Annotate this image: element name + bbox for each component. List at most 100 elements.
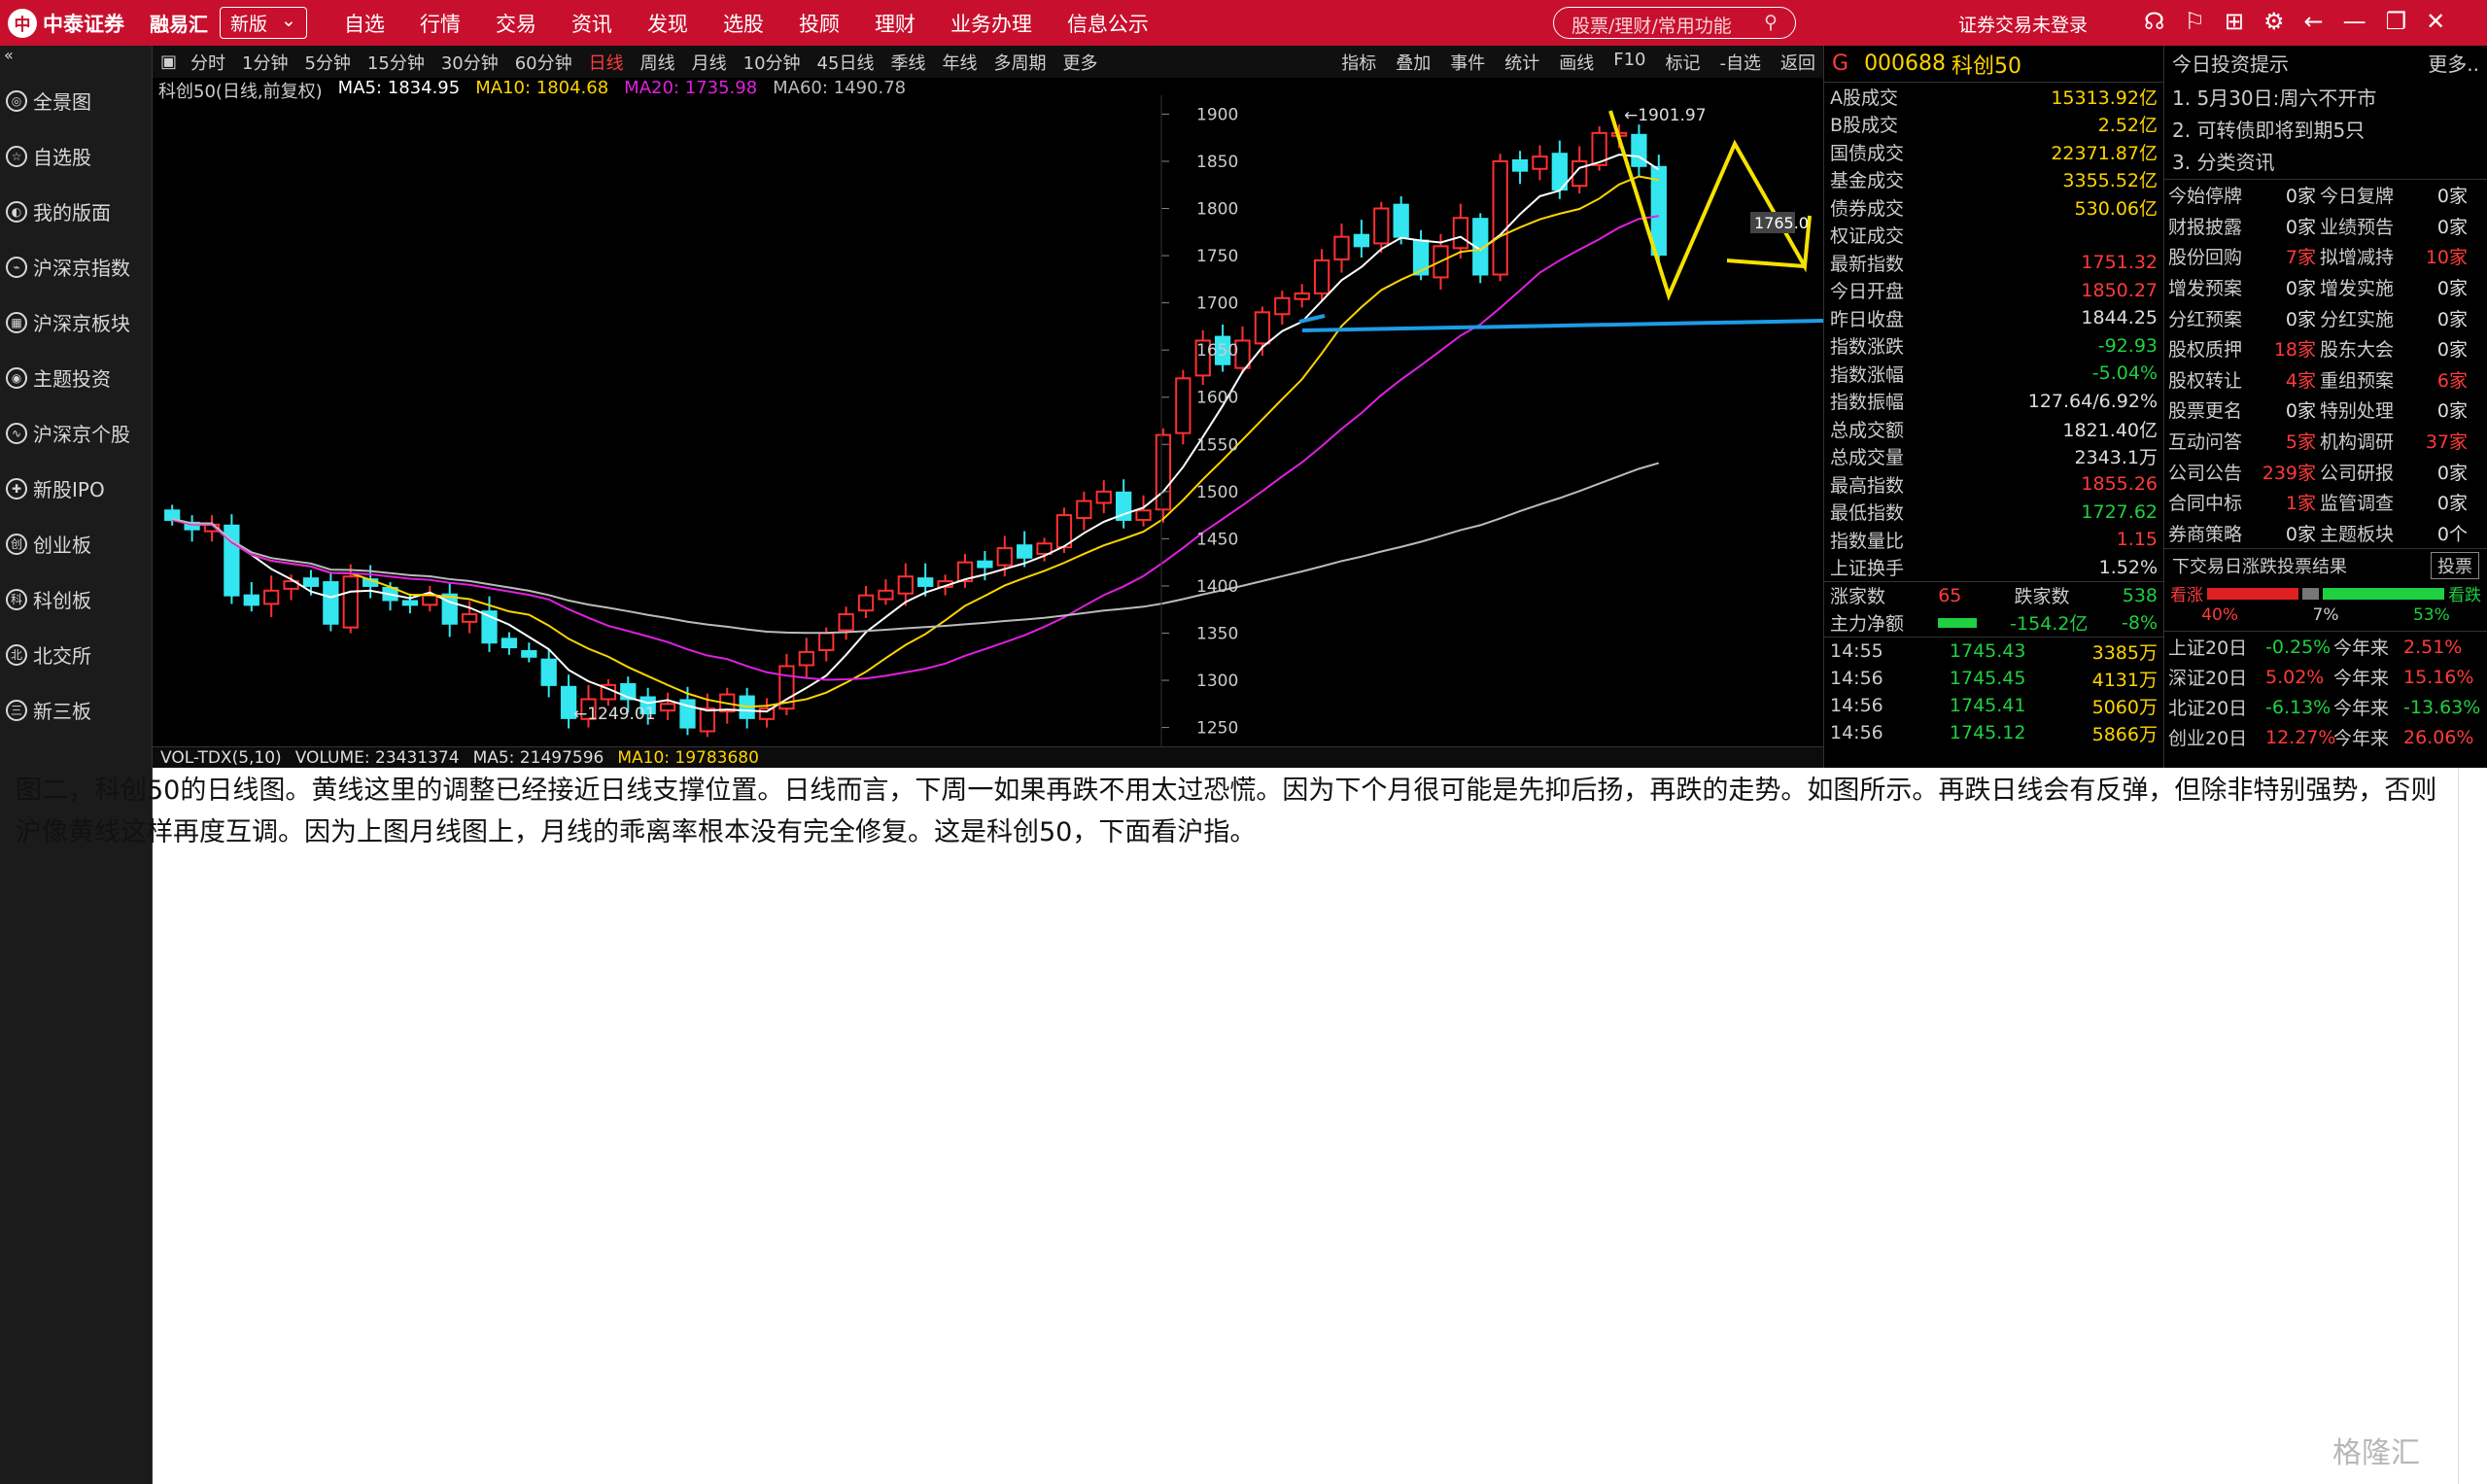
menu-item[interactable]: 理财 [875, 9, 915, 38]
nav-item[interactable]: 创创业板 [0, 516, 152, 571]
search-input[interactable]: 股票/理财/常用功能 ⚲ [1553, 7, 1796, 39]
quote-value: 22371.87亿 [2051, 142, 2158, 164]
candle [1036, 542, 1053, 555]
sidebar-extension [0, 768, 16, 1484]
menu-item[interactable]: 选股 [723, 9, 764, 38]
nav-item[interactable]: 北北交所 [0, 627, 152, 682]
rank-value: -0.25% [2265, 636, 2332, 658]
tab-period[interactable]: 年线 [942, 50, 977, 75]
nav-item[interactable]: ☆ 自选股 [0, 128, 152, 184]
tab-period[interactable]: 周线 [640, 50, 675, 75]
minimize-icon[interactable]: — [2343, 8, 2366, 35]
nav-item[interactable]: ∿ 沪深京个股 [0, 405, 152, 461]
event-count-row[interactable]: 公司公告 239家 公司研报 0家 [2164, 456, 2487, 487]
menu-item[interactable]: 信息公示 [1067, 9, 1149, 38]
tool-button[interactable]: 指标 [1341, 50, 1376, 75]
event-count-row[interactable]: 分红预案 0家 分红实施 0家 [2164, 302, 2487, 333]
event-count-row[interactable]: 股份回购 7家 拟增减持 10家 [2164, 241, 2487, 272]
menu-item[interactable]: 交易 [496, 9, 536, 38]
tab-period[interactable]: 60分钟 [515, 50, 572, 75]
event-count-row[interactable]: 合同中标 1家 监管调查 0家 [2164, 487, 2487, 518]
tab-period[interactable]: 45日线 [817, 50, 875, 75]
menu-item[interactable]: 资讯 [571, 9, 612, 38]
tool-button[interactable]: 标记 [1666, 50, 1701, 75]
tick-row: 14:56 1745.41 5060万 [1824, 692, 2163, 719]
headset-icon[interactable]: ☊ [2144, 8, 2164, 35]
right-scroll-rail[interactable] [2458, 768, 2487, 1484]
brand-name: 中泰证券 [43, 12, 124, 36]
back-icon[interactable]: ← [2303, 8, 2323, 35]
tab-period[interactable]: 月线 [692, 50, 727, 75]
tab-period[interactable]: 5分钟 [304, 50, 350, 75]
event-count: 4家 [2285, 369, 2316, 392]
restore-icon[interactable]: ❐ [2386, 8, 2407, 35]
vol-title: VOL-TDX(5,10) [160, 747, 282, 768]
menu-item[interactable]: 投顾 [799, 9, 840, 38]
tool-button[interactable]: 事件 [1450, 50, 1485, 75]
info-more-link[interactable]: 更多.. [2428, 49, 2479, 77]
tab-period[interactable]: 更多 [1062, 50, 1097, 75]
event-count-row[interactable]: 股票更名 0家 特别处理 0家 [2164, 395, 2487, 426]
event-count: 5家 [2285, 431, 2316, 454]
nav-label: 沪深京指数 [33, 257, 130, 280]
nav-item[interactable]: ✚ 新股IPO [0, 461, 152, 516]
vote-button[interactable]: 投票 [2431, 551, 2479, 579]
event-count-row[interactable]: 今始停牌 0家 今日复牌 0家 [2164, 180, 2487, 211]
nav-item[interactable]: ◎ 全景图 [0, 73, 152, 128]
nav-item[interactable]: ◉ 主题投资 [0, 350, 152, 405]
tab-period[interactable]: 分时 [190, 50, 225, 75]
tab-period[interactable]: 10分钟 [743, 50, 801, 75]
candle [1631, 133, 1647, 167]
event-counts: 今始停牌 0家 今日复牌 0家 财报披露 0家 业绩预告 0家 股份回购 7家 拟增减持 10家 增发预… [2164, 179, 2487, 548]
tab-period[interactable]: 15分钟 [367, 50, 425, 75]
menu-item[interactable]: 行情 [420, 9, 461, 38]
collapse-icon[interactable]: « [0, 46, 152, 73]
nav-item[interactable]: 三新三板 [0, 682, 152, 738]
candlestick-chart[interactable]: 1250 1300 1350 1400 1450 1500 1550 1600 1650 1700… [153, 95, 1823, 746]
tool-button[interactable]: 画线 [1559, 50, 1594, 75]
grid-icon[interactable]: ⊞ [2225, 8, 2244, 35]
shirt-icon[interactable]: ⚐ [2184, 8, 2205, 35]
menu-item[interactable]: 发现 [647, 9, 688, 38]
event-label: 公司公告 [2168, 462, 2243, 484]
tab-period[interactable]: 1分钟 [242, 50, 288, 75]
tab-period[interactable]: 多周期 [993, 50, 1046, 75]
chevron-down-icon: ⌄ [281, 10, 296, 31]
event-count-row[interactable]: 互动问答 5家 机构调研 37家 [2164, 426, 2487, 457]
nav-item[interactable]: ◐ 我的版面 [0, 184, 152, 239]
tip-item[interactable]: 1. 5月30日:周六不开市 [2164, 79, 2487, 111]
event-label: 增发实施 [2320, 278, 2395, 300]
nav-item[interactable]: 科科创板 [0, 571, 152, 627]
menu-item[interactable]: 业务办理 [950, 9, 1032, 38]
event-count-row[interactable]: 股权质押 18家 股东大会 0家 [2164, 333, 2487, 364]
tool-button[interactable]: 叠加 [1396, 50, 1431, 75]
close-icon[interactable]: ✕ [2426, 8, 2445, 35]
event-count-row[interactable]: 财报披露 0家 业绩预告 0家 [2164, 211, 2487, 242]
chinext-icon: 创 [6, 533, 27, 555]
quote-name: 科创50 [1952, 53, 2022, 79]
event-count-row[interactable]: 券商策略 0家 主题板块 0个 [2164, 518, 2487, 549]
tool-button[interactable]: -自选 [1720, 50, 1762, 75]
tool-button[interactable]: F10 [1613, 50, 1645, 75]
nav-item[interactable]: ⌁ 沪深京指数 [0, 239, 152, 294]
event-count-row[interactable]: 增发预案 0家 增发实施 0家 [2164, 272, 2487, 303]
tip-item[interactable]: 2. 可转债即将到期5只 [2164, 111, 2487, 143]
stock-icon: ∿ [6, 422, 27, 444]
tip-item[interactable]: 3. 分类资讯 [2164, 143, 2487, 175]
tool-button[interactable]: 统计 [1504, 50, 1539, 75]
nav-item[interactable]: ▦ 沪深京板块 [0, 294, 152, 350]
login-status[interactable]: 证券交易未登录 [1958, 11, 2088, 37]
tab-period-active[interactable]: 日线 [589, 50, 624, 75]
tool-button[interactable]: 返回 [1780, 50, 1815, 75]
layout-icon[interactable]: ▣ [160, 52, 177, 72]
star-market-icon: 科 [6, 588, 27, 610]
event-label: 重组预案 [2320, 369, 2395, 392]
quote-row: 基金成交 3355.52亿 [1824, 166, 2163, 194]
tab-period[interactable]: 季线 [890, 50, 925, 75]
menu-item[interactable]: 自选 [344, 9, 385, 38]
tab-period[interactable]: 30分钟 [441, 50, 499, 75]
settings-icon[interactable]: ⚙ [2263, 8, 2285, 35]
candle [1274, 296, 1291, 316]
event-count-row[interactable]: 股权转让 4家 重组预案 6家 [2164, 364, 2487, 396]
version-select[interactable]: 新版 ⌄ [220, 7, 307, 39]
